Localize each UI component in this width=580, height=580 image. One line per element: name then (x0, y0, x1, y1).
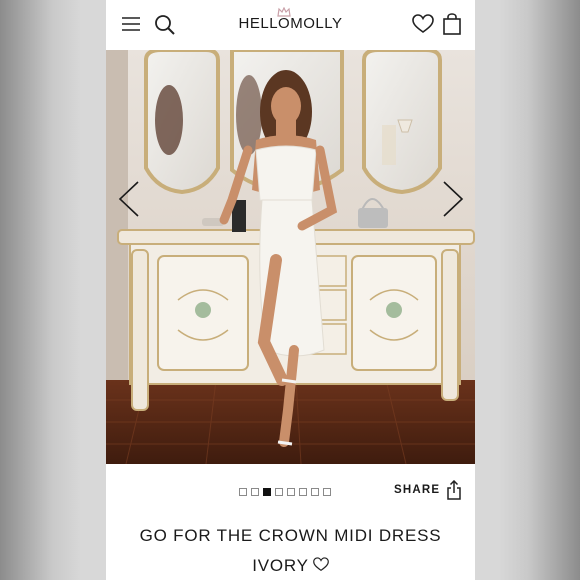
share-button[interactable]: SHARE (394, 479, 462, 500)
wishlist-heart-icon[interactable] (312, 552, 329, 572)
product-color: IVORY (252, 556, 309, 575)
pager-dot[interactable] (323, 488, 331, 496)
pager-dot[interactable] (311, 488, 319, 496)
pager-dot[interactable] (299, 488, 307, 496)
pager-dot[interactable] (287, 488, 295, 496)
pager-dot[interactable] (251, 488, 259, 496)
shopping-bag-icon[interactable] (442, 13, 462, 35)
pager-dot[interactable] (275, 488, 283, 496)
share-icon (446, 479, 462, 500)
image-pager (239, 488, 331, 497)
product-title: GO FOR THE CROWN MIDI DRESS (139, 526, 442, 545)
mobile-page: HELLOMOLLY SHARE GO FOR THE CROWN MIDI D… (106, 0, 475, 580)
top-navigation-bar: HELLOMOLLY (106, 0, 475, 50)
previous-image-arrow-icon[interactable] (116, 179, 142, 219)
pager-dot[interactable] (239, 488, 247, 496)
product-color-line: IVORY (106, 551, 475, 580)
heart-icon[interactable] (412, 14, 434, 34)
pager-dot[interactable] (263, 488, 271, 496)
crown-icon (277, 4, 291, 17)
product-title-block: GO FOR THE CROWN MIDI DRESS IVORY (106, 521, 475, 580)
next-image-arrow-icon[interactable] (440, 179, 466, 219)
product-image[interactable] (106, 50, 475, 464)
share-label: SHARE (394, 484, 441, 496)
